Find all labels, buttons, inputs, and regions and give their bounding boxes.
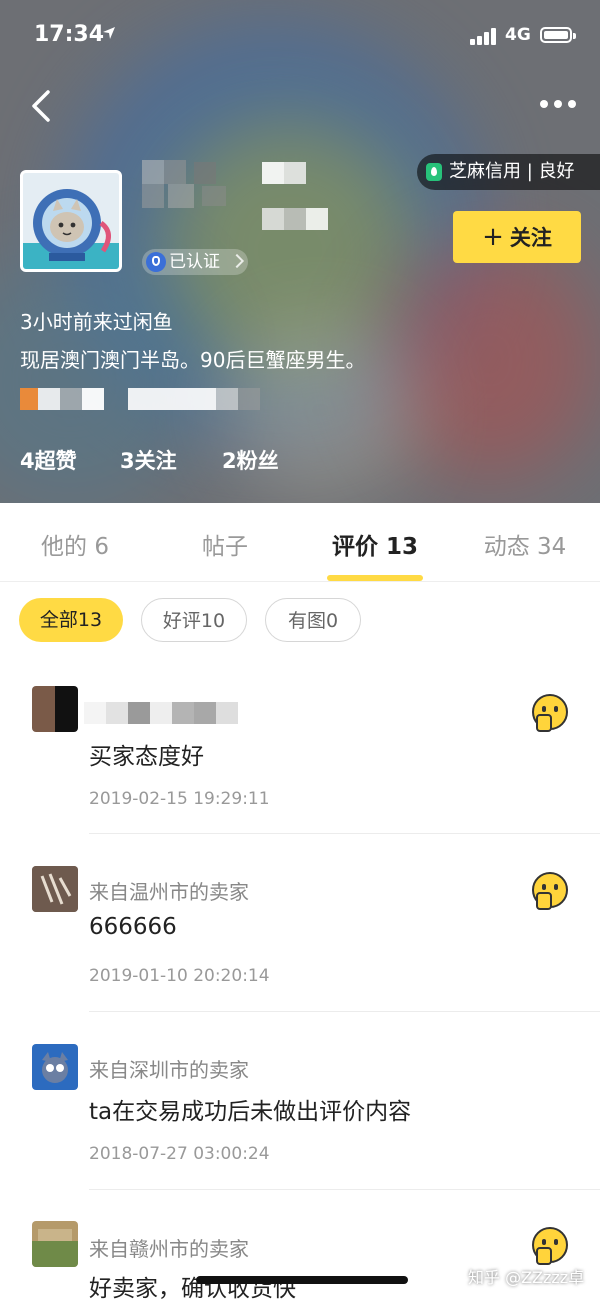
reviewer-avatar [32, 1221, 78, 1267]
location-icon [103, 27, 115, 39]
sesame-credit-label: 芝麻信用 | 良好 [449, 161, 575, 182]
verified-shield-icon [146, 252, 166, 272]
thumbs-up-emoji-icon [532, 1227, 568, 1265]
stat-followers[interactable]: 2粉丝 [222, 445, 279, 475]
sesame-credit-badge[interactable]: 芝麻信用 | 良好 [417, 154, 600, 190]
review-date: 2019-01-10 20:20:14 [89, 966, 270, 986]
profile-header: 17:34 4G 芝麻信用 | 良好 已认证 + 关注 3小时前来过闲鱼 现居澳… [0, 0, 600, 503]
profile-avatar[interactable] [20, 170, 122, 272]
last-seen-text: 3小时前来过闲鱼 [20, 310, 173, 334]
stat-following[interactable]: 3关注 [120, 445, 177, 475]
review-text: ta在交易成功后未做出评价内容 [89, 1099, 412, 1125]
reviewer-name-redacted [84, 702, 244, 724]
review-text: 666666 [89, 914, 177, 940]
stat-likes[interactable]: 4超赞 [20, 445, 77, 475]
chevron-right-icon [229, 253, 245, 269]
filter-with-photos[interactable]: 有图0 [265, 598, 361, 642]
divider [89, 1189, 600, 1190]
divider [89, 833, 600, 834]
review-date: 2019-02-15 19:29:11 [89, 789, 270, 809]
plus-icon: + [482, 222, 504, 252]
network-type: 4G [505, 25, 531, 45]
tab-activity[interactable]: 动态 34 [450, 527, 600, 561]
tab-posts[interactable]: 帖子 [150, 527, 300, 561]
follow-label: 关注 [509, 226, 552, 250]
review-source: 来自赣州市的卖家 [89, 1237, 249, 1261]
back-icon[interactable] [28, 88, 56, 124]
review-source: 来自温州市的卖家 [89, 880, 249, 904]
review-text: 好卖家，确认收货快 [89, 1276, 296, 1302]
reviewer-avatar [32, 866, 78, 912]
watermark: 知乎 @ZZzzz卓 [468, 1268, 585, 1287]
thumbs-up-emoji-icon [532, 694, 568, 732]
review-filters: 全部13 好评10 有图0 [0, 598, 600, 644]
sesame-credit-icon [426, 163, 442, 181]
signal-icon [470, 27, 500, 45]
review-date: 2018-07-27 03:00:24 [89, 1144, 270, 1164]
thumbs-up-emoji-icon [532, 872, 568, 910]
active-tab-indicator [327, 575, 423, 581]
tab-reviews[interactable]: 评价 13 [300, 527, 450, 561]
filter-positive[interactable]: 好评10 [141, 598, 247, 642]
status-bar: 17:34 4G [0, 0, 600, 72]
reviewer-avatar [32, 686, 78, 732]
reviewer-avatar [32, 1044, 78, 1090]
verified-label: 已认证 [169, 252, 220, 272]
review-source: 来自深圳市的卖家 [89, 1058, 249, 1082]
review-text: 买家态度好 [89, 744, 204, 770]
status-time: 17:34 [34, 22, 105, 47]
profile-tabs: 他的 6 帖子 评价 13 动态 34 [0, 503, 600, 582]
cat-astronaut-icon [23, 173, 119, 269]
bio-text: 现居澳门澳门半岛。90后巨蟹座男生。 [20, 348, 366, 372]
follow-button[interactable]: + 关注 [453, 211, 581, 263]
tab-items[interactable]: 他的 6 [0, 527, 150, 561]
verified-badge[interactable]: 已认证 [142, 249, 248, 275]
tags-redacted [20, 388, 270, 410]
battery-icon [540, 27, 576, 43]
more-options-icon[interactable] [540, 100, 576, 110]
nickname-redacted [142, 160, 332, 232]
home-indicator[interactable] [196, 1276, 408, 1284]
divider [89, 1011, 600, 1012]
filter-all[interactable]: 全部13 [19, 598, 123, 642]
